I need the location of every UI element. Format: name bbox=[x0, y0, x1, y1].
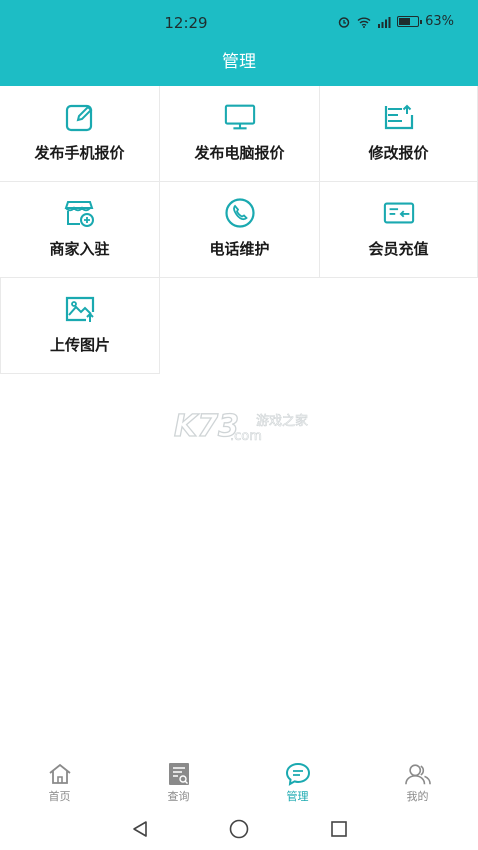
tab-home[interactable]: 首页 bbox=[0, 758, 119, 808]
home-nav-icon[interactable] bbox=[227, 818, 251, 840]
grid-item-label: 电话维护 bbox=[209, 240, 270, 258]
image-upload-icon bbox=[64, 294, 96, 324]
user-icon bbox=[404, 761, 431, 787]
svg-text:游戏之家: 游戏之家 bbox=[256, 413, 308, 429]
page-title: 管理 bbox=[222, 52, 256, 72]
home-icon bbox=[47, 761, 73, 787]
tab-label: 管理 bbox=[286, 790, 309, 803]
card-recharge-icon bbox=[383, 198, 415, 228]
battery-icon bbox=[397, 16, 423, 27]
tab-mine[interactable]: 我的 bbox=[357, 758, 478, 808]
system-nav-bar bbox=[0, 808, 478, 850]
grid-item-label: 发布电脑报价 bbox=[194, 144, 285, 162]
monitor-icon bbox=[224, 102, 256, 132]
wifi-icon bbox=[357, 17, 371, 28]
grid-item-upload-image[interactable]: 上传图片 bbox=[0, 278, 160, 374]
tab-label: 我的 bbox=[406, 790, 429, 803]
grid-item-phone-maintenance[interactable]: 电话维护 bbox=[160, 182, 320, 278]
k73-watermark-logo: K73 游戏之家 .com bbox=[172, 408, 312, 444]
grid-item-publish-phone-price[interactable]: 发布手机报价 bbox=[0, 86, 160, 182]
battery-percent: 63% bbox=[425, 14, 454, 29]
storefront-add-icon bbox=[64, 198, 96, 228]
grid-item-edit-price[interactable]: 修改报价 bbox=[320, 86, 478, 182]
tab-label: 查询 bbox=[167, 790, 190, 803]
phone-icon bbox=[224, 198, 256, 228]
tab-query[interactable]: 查询 bbox=[119, 758, 238, 808]
document-upload-icon bbox=[383, 102, 415, 132]
grid-item-label: 发布手机报价 bbox=[34, 144, 125, 162]
status-time: 12:29 bbox=[164, 14, 208, 32]
back-nav-icon[interactable] bbox=[128, 818, 152, 840]
signal-icon bbox=[378, 16, 391, 28]
recents-nav-icon[interactable] bbox=[327, 818, 351, 840]
search-doc-icon bbox=[166, 761, 192, 787]
grid-item-merchant-join[interactable]: 商家入驻 bbox=[0, 182, 160, 278]
bottom-tab-bar: 首页 查询 管理 我的 bbox=[0, 758, 478, 808]
status-bar: 12:29 63% bbox=[0, 0, 478, 44]
grid-item-label: 修改报价 bbox=[368, 144, 429, 162]
edit-pad-icon bbox=[64, 102, 96, 132]
chat-manage-icon bbox=[285, 761, 311, 787]
tab-manage[interactable]: 管理 bbox=[238, 758, 357, 808]
grid-item-label: 上传图片 bbox=[49, 336, 110, 354]
grid-item-member-recharge[interactable]: 会员充值 bbox=[320, 182, 478, 278]
alarm-icon bbox=[338, 16, 350, 28]
status-icons: 63% bbox=[337, 14, 454, 29]
grid-item-label: 商家入驻 bbox=[49, 240, 110, 258]
grid-item-publish-pc-price[interactable]: 发布电脑报价 bbox=[160, 86, 320, 182]
svg-text:.com: .com bbox=[230, 429, 262, 444]
tab-label: 首页 bbox=[48, 790, 71, 803]
page-title-bar: 管理 bbox=[0, 44, 478, 86]
grid-item-label: 会员充值 bbox=[368, 240, 429, 258]
